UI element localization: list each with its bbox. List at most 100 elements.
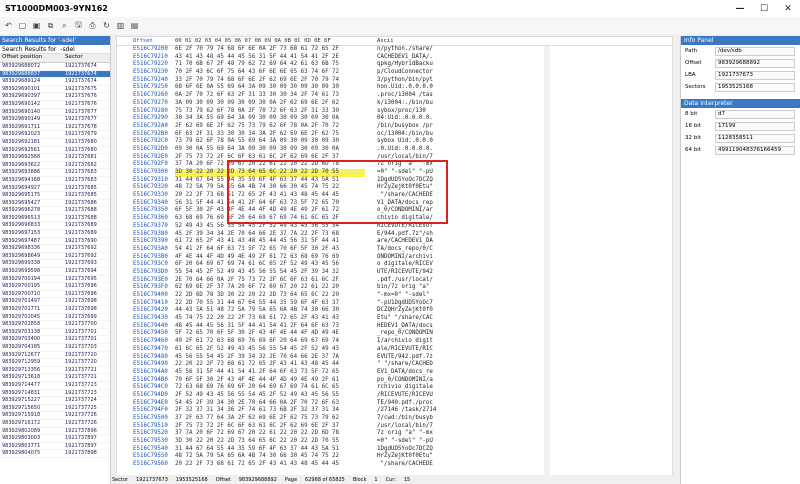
row-bytes[interactable]: 0A 2F 70 72 6F 63 2F 31 33 30 30 34 2F 7… bbox=[175, 92, 365, 100]
minimize-button[interactable]: — bbox=[728, 0, 752, 17]
row-bytes[interactable]: 45 56 55 54 45 2F 39 34 32 2E 70 64 66 2… bbox=[175, 354, 365, 362]
row-ascii[interactable]: "-mx=0" "-sdel" bbox=[365, 292, 455, 300]
result-row[interactable]: 983929712677 1921737720 bbox=[0, 352, 110, 360]
row-bytes[interactable]: 70 6F 5F 30 2F 43 4F 4E 44 4F 4D 49 4E 4… bbox=[175, 377, 365, 385]
hex-row[interactable]: E516C792A0 2F 62 69 6E 2F 62 75 73 79 62 … bbox=[117, 123, 672, 131]
hex-row[interactable]: E516C79380 45 2F 39 34 34 2E 70 64 66 2E … bbox=[117, 231, 672, 239]
row-ascii[interactable]: HrZyZejKt0f0Etu" bbox=[365, 453, 455, 461]
refresh-icon[interactable]: ↻ bbox=[101, 20, 112, 31]
row-ascii[interactable]: 04:Uid:.0.0.0.0. bbox=[365, 115, 455, 123]
close-button[interactable]: ✕ bbox=[776, 0, 800, 17]
row-ascii[interactable]: po_0/CONDOMINI/a bbox=[365, 377, 455, 385]
row-bytes[interactable]: 20 22 2F 73 68 61 72 65 2F 43 41 43 48 4… bbox=[175, 461, 365, 469]
hex-rows[interactable]: E516C79200 6E 2F 70 79 74 68 6F 6E 0A 2F … bbox=[117, 46, 672, 469]
hex-row[interactable]: E516C794E0 54 45 2F 39 34 30 2E 70 64 66 … bbox=[117, 400, 672, 408]
result-row[interactable]: 983929689124 1921737674 bbox=[0, 78, 110, 86]
result-row[interactable]: 983929694168 1921737683 bbox=[0, 177, 110, 185]
row-ascii[interactable]: =0" "-sdel" "-pU bbox=[365, 438, 455, 446]
save-icon[interactable]: 🖫 bbox=[73, 20, 84, 31]
hex-row[interactable]: E516C793D0 55 54 45 2F 52 49 43 45 56 55 … bbox=[117, 269, 672, 277]
hex-row[interactable]: E516C793E0 2E 70 64 66 0A 2F 75 73 72 2F … bbox=[117, 277, 672, 285]
hex-row[interactable]: E516C793C0 6F 20 64 69 67 69 74 61 6C 65 … bbox=[117, 261, 672, 269]
row-ascii[interactable]: " "/share/CACHED bbox=[365, 361, 455, 369]
row-ascii[interactable]: k/13004:./bin/bu bbox=[365, 100, 455, 108]
row-ascii[interactable]: qpkg/HybridBacku bbox=[365, 61, 455, 69]
row-bytes[interactable]: 6F 20 64 69 67 69 74 61 6C 65 2F 52 49 4… bbox=[175, 261, 365, 269]
row-bytes[interactable]: 49 2F 61 72 63 68 69 76 69 6F 20 64 69 6… bbox=[175, 338, 365, 346]
result-row[interactable]: 983929690101 1921737675 bbox=[0, 86, 110, 94]
result-row[interactable]: 983929716172 1921737726 bbox=[0, 420, 110, 428]
result-row[interactable]: 983929803003 1921737897 bbox=[0, 435, 110, 443]
result-row[interactable]: 983929714831 1921737723 bbox=[0, 390, 110, 398]
result-row[interactable]: 983929690149 1921737677 bbox=[0, 116, 110, 124]
row-bytes[interactable]: 45 74 75 22 20 22 2F 73 68 61 72 65 2F 4… bbox=[175, 315, 365, 323]
search-term[interactable]: -sdel bbox=[60, 46, 74, 53]
result-row[interactable]: 983929714477 1921737723 bbox=[0, 382, 110, 390]
hex-row[interactable]: E516C79270 3A 09 30 09 30 09 30 09 30 0A … bbox=[117, 100, 672, 108]
result-row[interactable]: 983929694927 1921737685 bbox=[0, 185, 110, 193]
column-sector[interactable]: Sector bbox=[62, 54, 110, 62]
row-bytes[interactable]: 54 45 2F 39 34 30 2E 70 64 66 0A 2F 70 7… bbox=[175, 400, 365, 408]
hex-row[interactable]: E516C79390 61 72 65 2F 43 41 43 48 45 44 … bbox=[117, 238, 672, 246]
row-bytes[interactable]: 45 2F 39 34 34 2E 70 64 66 2E 37 7A 22 2… bbox=[175, 231, 365, 239]
sectors-value[interactable]: 1953525168 bbox=[715, 82, 795, 92]
row-ascii[interactable]: I/archivio digit bbox=[365, 338, 455, 346]
row-bytes[interactable]: 5F 72 65 70 6F 5F 30 2F 43 4F 4E 44 4F 4… bbox=[175, 330, 365, 338]
hex-row[interactable]: E516C79480 45 56 55 54 45 2F 39 34 32 2E … bbox=[117, 354, 672, 362]
row-bytes[interactable]: 45 56 31 5F 44 41 54 41 2F 64 6F 63 73 5… bbox=[175, 369, 365, 377]
row-ascii[interactable]: EV1_DATA/docs_re bbox=[365, 369, 455, 377]
hex-row[interactable]: E516C79200 6E 2F 70 79 74 68 6F 6E 0A 2F … bbox=[117, 46, 672, 54]
row-ascii[interactable]: are/CACHEDEV1_DA bbox=[365, 238, 455, 246]
row-ascii[interactable]: "-pU1DgdUD5YoOc7 bbox=[365, 300, 455, 308]
row-ascii[interactable]: _repo_0/CONDOMIN bbox=[365, 330, 455, 338]
result-row[interactable]: 983929690140 1921737677 bbox=[0, 109, 110, 117]
row-ascii[interactable]: hon.Uid:.0.0.0.0 bbox=[365, 84, 455, 92]
row-ascii[interactable]: ale/RICEVUTE/RIC bbox=[365, 346, 455, 354]
result-row[interactable]: 983929700195 1921737696 bbox=[0, 283, 110, 291]
result-row[interactable]: 983929697487 1921737690 bbox=[0, 238, 110, 246]
64bit-value[interactable]: 499119048376166459 bbox=[715, 145, 795, 155]
hex-scrollbar[interactable] bbox=[544, 46, 550, 476]
hex-row[interactable]: E516C79240 33 2F 70 79 74 68 6F 6E 2F 62 … bbox=[117, 77, 672, 85]
row-ascii[interactable]: o digitale/RICEV bbox=[365, 261, 455, 269]
hex-row[interactable]: E516C792C0 73 79 62 6F 78 0A 55 69 64 3A … bbox=[117, 138, 672, 146]
row-bytes[interactable]: 62 69 6E 2F 37 7A 20 6F 72 69 67 20 22 6… bbox=[175, 284, 365, 292]
row-bytes[interactable]: 43 41 43 48 45 44 45 56 31 5F 44 41 54 4… bbox=[175, 54, 365, 62]
row-bytes[interactable]: 61 72 65 2F 43 41 43 48 45 44 45 56 31 5… bbox=[175, 238, 365, 246]
row-bytes[interactable]: 37 7A 20 6F 72 69 67 20 22 61 22 20 22 2… bbox=[175, 430, 365, 438]
hex-row[interactable]: E516C793F0 62 69 6E 2F 37 7A 20 6F 72 69 … bbox=[117, 284, 672, 292]
row-ascii[interactable]: HEDEV1_DATA/docs bbox=[365, 323, 455, 331]
row-ascii[interactable]: CACHEDEV1_DATA/. bbox=[365, 54, 455, 62]
hex-row[interactable]: E516C79560 20 22 2F 73 68 61 72 65 2F 43 … bbox=[117, 461, 672, 469]
maximize-button[interactable]: ☐ bbox=[752, 0, 776, 17]
column-offset[interactable]: Offset position bbox=[0, 54, 62, 62]
row-bytes[interactable]: 61 6C 65 2F 52 49 43 45 56 55 54 45 2F 5… bbox=[175, 346, 365, 354]
row-bytes[interactable]: 09 30 0A 55 69 64 3A 09 30 09 30 09 30 0… bbox=[175, 146, 365, 154]
open-icon[interactable]: ▣ bbox=[31, 20, 42, 31]
result-row[interactable]: 983929802089 1921737896 bbox=[0, 428, 110, 436]
row-bytes[interactable]: 2F 62 69 6E 2F 62 75 73 79 62 6F 78 0A 2… bbox=[175, 123, 365, 131]
row-ascii[interactable]: 1DgdUD5YoOc7DCZQ bbox=[365, 446, 455, 454]
row-ascii[interactable]: /RICEVUTE/RICEVU bbox=[365, 392, 455, 400]
row-bytes[interactable]: 37 2F 63 77 64 3A 2F 62 69 6E 2F 62 75 7… bbox=[175, 415, 365, 423]
hex-row[interactable]: E516C79460 49 2F 61 72 63 68 69 76 69 6F … bbox=[117, 338, 672, 346]
row-bytes[interactable]: 73 79 62 6F 78 0A 55 69 64 3A 09 30 09 3… bbox=[175, 138, 365, 146]
new-icon[interactable]: ▢ bbox=[17, 20, 28, 31]
result-row[interactable]: 983929696513 1921737688 bbox=[0, 215, 110, 223]
result-row[interactable]: 983929698336 1921737692 bbox=[0, 245, 110, 253]
row-bytes[interactable]: 30 34 3A 55 69 64 3A 09 30 09 30 09 30 0… bbox=[175, 115, 365, 123]
result-row[interactable]: 983929692023 1921737679 bbox=[0, 131, 110, 139]
path-value[interactable]: /dev/sdb bbox=[715, 46, 795, 56]
result-row[interactable]: 983929696278 1921737688 bbox=[0, 207, 110, 215]
row-bytes[interactable]: 6F 63 2F 31 33 30 30 34 3A 2F 62 69 6E 2… bbox=[175, 131, 365, 139]
result-row[interactable]: 983929715650 1921737725 bbox=[0, 405, 110, 413]
row-bytes[interactable]: 72 63 68 69 76 69 6F 20 64 69 67 69 74 6… bbox=[175, 384, 365, 392]
row-ascii[interactable]: 7/cwd:/bin/busyb bbox=[365, 415, 455, 423]
hex-row[interactable]: E516C79250 68 6F 6E 0A 55 69 64 3A 09 30 … bbox=[117, 84, 672, 92]
hex-row[interactable]: E516C79430 45 74 75 22 20 22 2F 73 68 61 … bbox=[117, 315, 672, 323]
row-ascii[interactable]: EVUTE/942.pdf.7z bbox=[365, 354, 455, 362]
result-row[interactable]: 983929703138 1921737701 bbox=[0, 329, 110, 337]
hex-row[interactable]: E516C79500 37 2F 63 77 64 3A 2F 62 69 6E … bbox=[117, 415, 672, 423]
hex-row[interactable]: E516C79520 37 7A 20 6F 72 69 67 20 22 61 … bbox=[117, 430, 672, 438]
row-bytes[interactable]: 2F 52 49 43 45 56 55 54 45 2F 52 49 43 4… bbox=[175, 392, 365, 400]
